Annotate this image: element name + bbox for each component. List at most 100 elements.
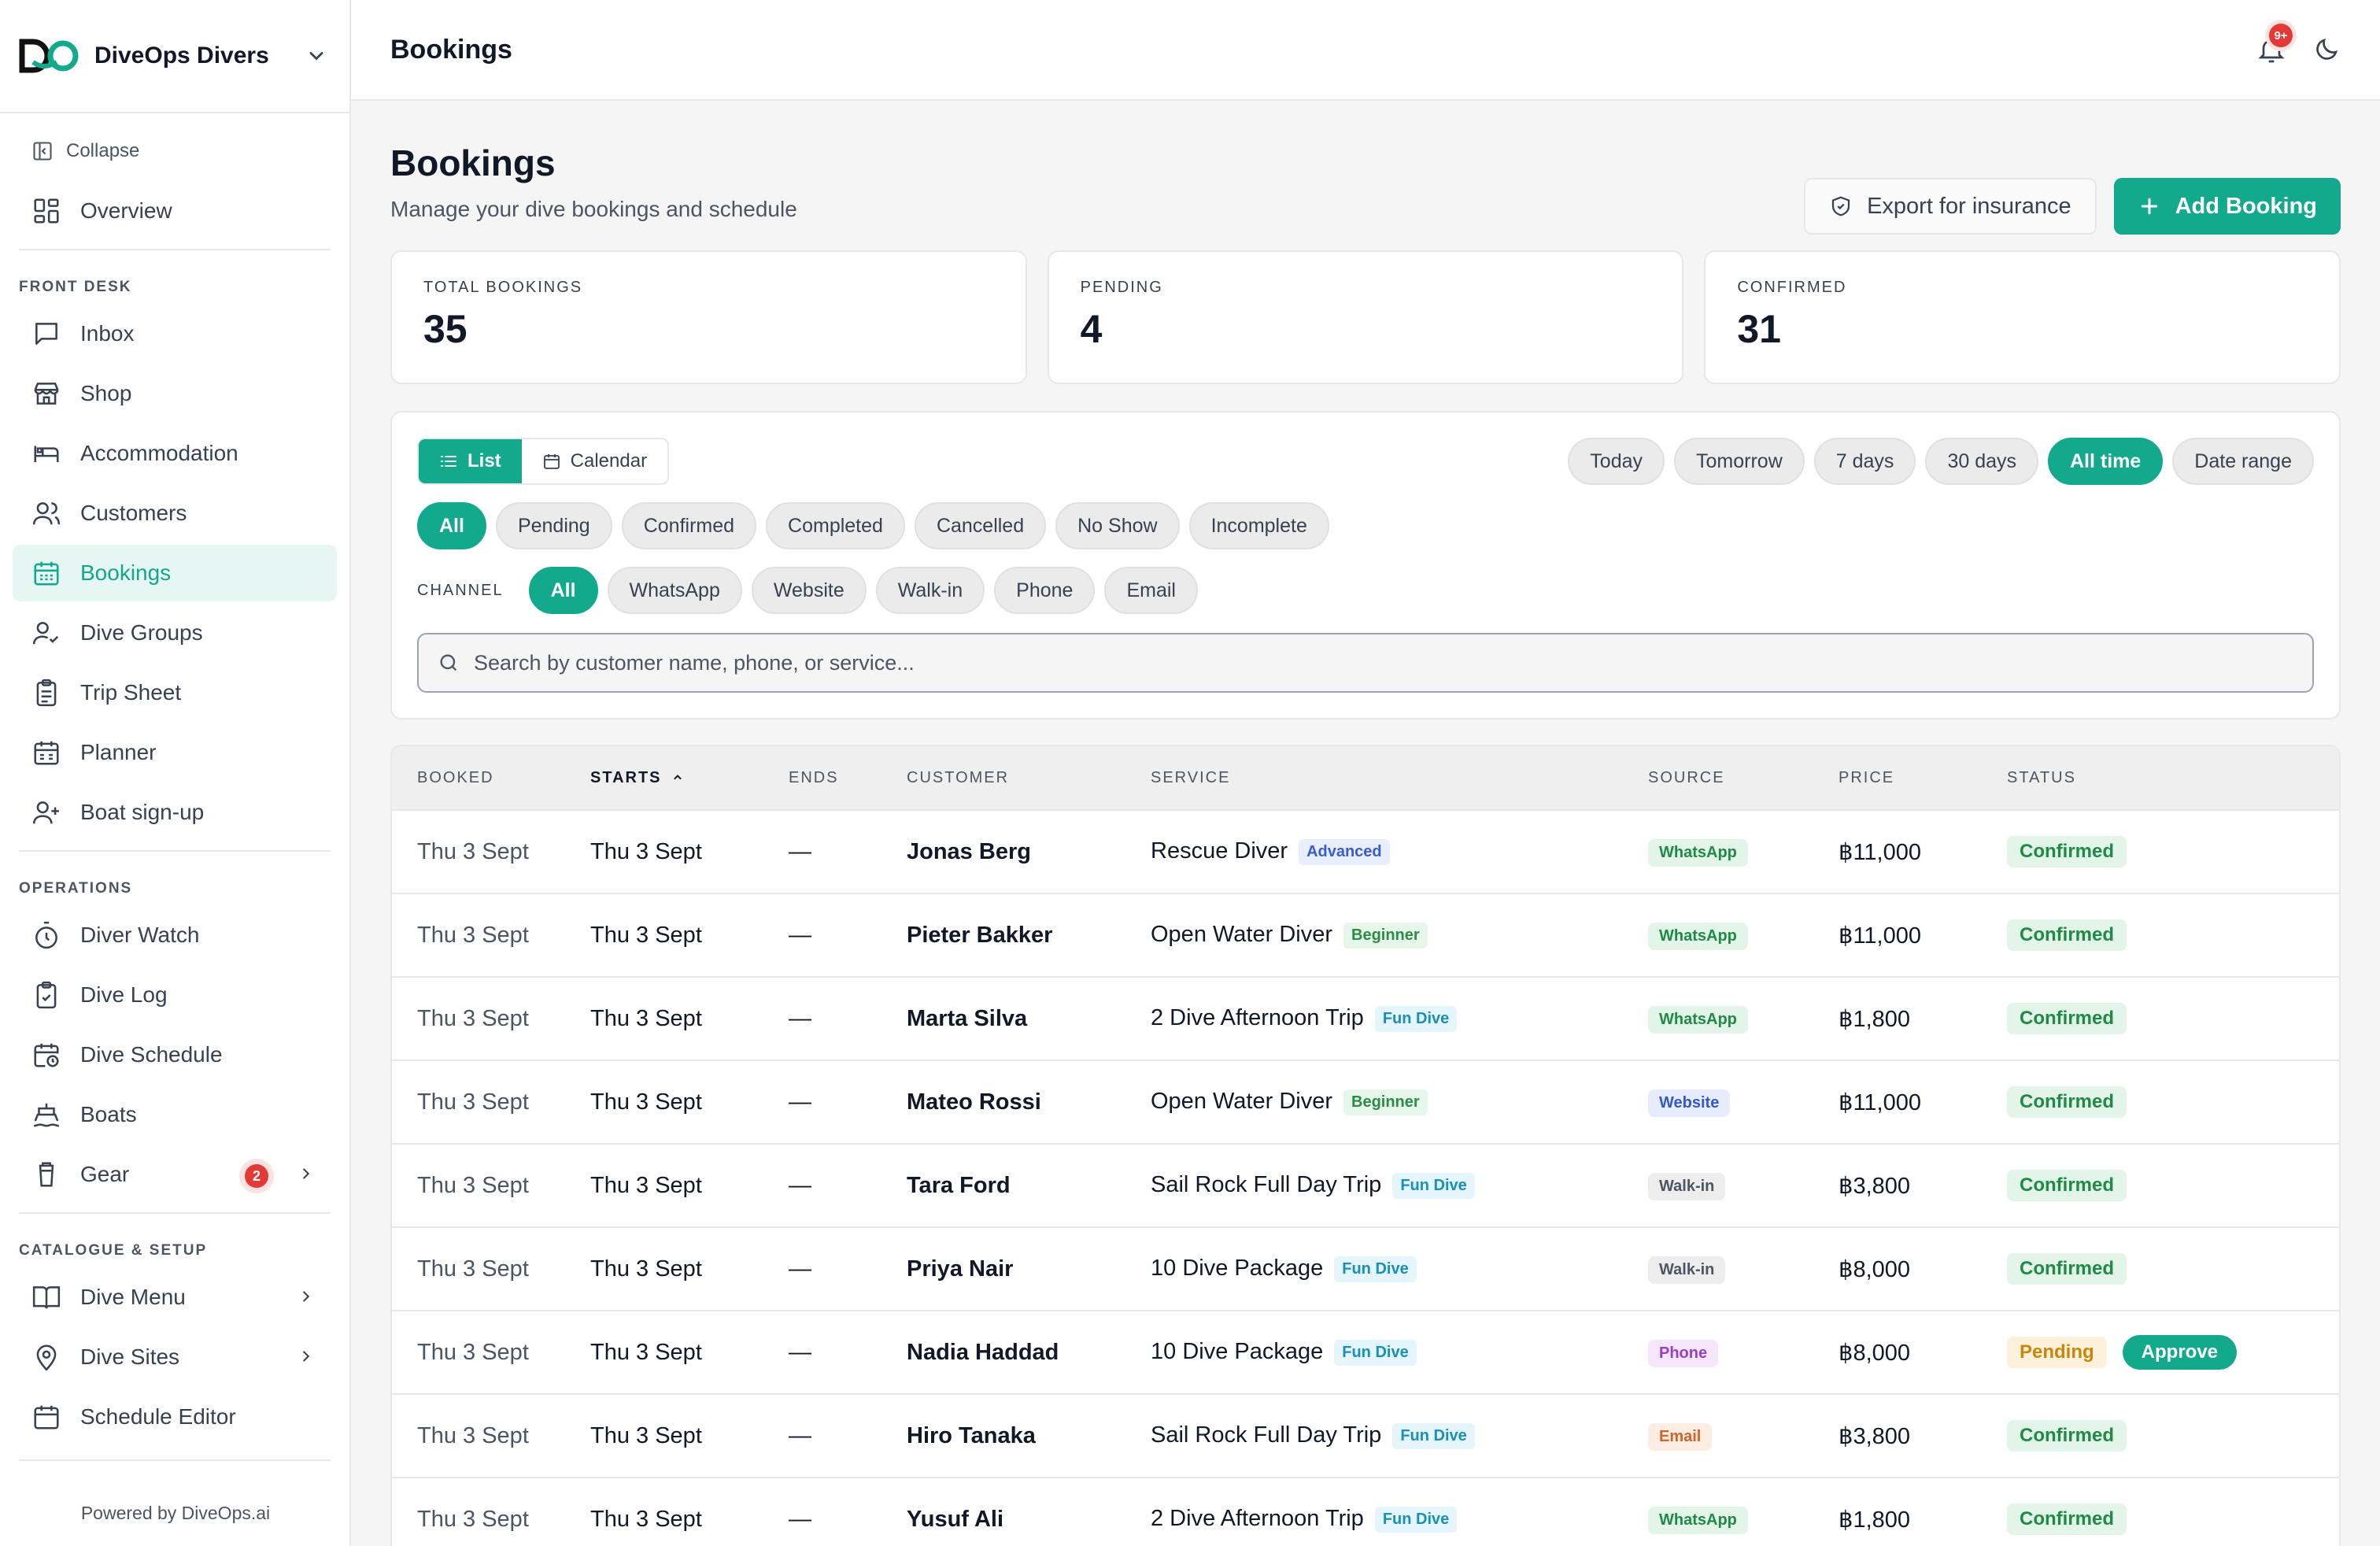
sidebar-item-label: Dive Sites (80, 1344, 180, 1369)
list-icon (441, 456, 456, 467)
status-all[interactable]: All (417, 502, 486, 549)
col-status[interactable]: STATUS (2007, 769, 2339, 787)
service-name: Open Water Diver (1151, 922, 1332, 948)
view-calendar-label: Calendar (570, 450, 648, 472)
cell-price: ฿8,000 (1839, 1340, 1911, 1366)
sidebar-item-accommodation[interactable]: Accommodation (13, 425, 337, 482)
range-30-days[interactable]: 30 days (1925, 438, 2038, 485)
cell-customer[interactable]: Yusuf Ali (907, 1507, 1151, 1533)
cell-customer[interactable]: Tara Ford (907, 1173, 1151, 1199)
status-no-show[interactable]: No Show (1055, 502, 1180, 549)
export-insurance-button[interactable]: Export for insurance (1804, 178, 2097, 235)
col-source[interactable]: SOURCE (1648, 769, 1839, 787)
channel-walk-in[interactable]: Walk-in (875, 567, 985, 614)
source-badge: Walk-in (1648, 1256, 1726, 1284)
cell-starts: Thu 3 Sept (590, 1422, 702, 1448)
col-price[interactable]: PRICE (1839, 769, 2007, 787)
date-range-pills: Today Tomorrow 7 days 30 days All time D… (1568, 438, 2314, 485)
chevron-right-icon (303, 1351, 310, 1362)
collapse-button[interactable]: Collapse (0, 120, 349, 183)
dark-mode-toggle-icon[interactable] (2312, 35, 2341, 64)
schedule-icon (34, 1043, 59, 1067)
status-pending[interactable]: Pending (495, 502, 612, 549)
sidebar-item-label: Inbox (80, 321, 135, 346)
sidebar-item-diver-watch[interactable]: Diver Watch (13, 907, 337, 963)
table-row[interactable]: Thu 3 Sept Thu 3 Sept — Mateo Rossi Open Wat… (392, 1061, 2339, 1145)
table-row[interactable]: Thu 3 Sept Thu 3 Sept — Priya Nair 10 Dive P… (392, 1228, 2339, 1311)
status-incomplete[interactable]: Incomplete (1188, 502, 1329, 549)
cell-status: Confirmed (2007, 836, 2339, 867)
sidebar-item-overview[interactable]: Overview (13, 183, 337, 239)
sidebar-item-customers[interactable]: Customers (13, 485, 337, 542)
table-row[interactable]: Thu 3 Sept Thu 3 Sept — Nadia Haddad 10 Dive… (392, 1311, 2339, 1395)
stat-value: 35 (423, 307, 468, 351)
sidebar-item-trip-sheet[interactable]: Trip Sheet (13, 664, 337, 721)
sidebar-item-dive-groups[interactable]: Dive Groups (13, 605, 337, 661)
cell-source: Email (1648, 1422, 1839, 1451)
cell-customer[interactable]: Priya Nair (907, 1256, 1151, 1282)
cell-customer[interactable]: Nadia Haddad (907, 1340, 1151, 1366)
search-input[interactable]: Search by customer name, phone, or servi… (417, 633, 2314, 693)
table-row[interactable]: Thu 3 Sept Thu 3 Sept — Marta Silva 2 Dive A… (392, 978, 2339, 1061)
service-tag: Beginner (1343, 1089, 1428, 1115)
table-header: BOOKED STARTS ENDS CUSTOMER SERVICE SOUR… (392, 746, 2339, 811)
sidebar-item-boat-sign-up[interactable]: Boat sign-up (13, 784, 337, 841)
channel-email[interactable]: Email (1104, 567, 1198, 614)
sidebar-item-dive-menu[interactable]: Dive Menu (13, 1269, 337, 1326)
range-all-time[interactable]: All time (2048, 438, 2164, 485)
service-tag: Fun Dive (1374, 1005, 1458, 1032)
table-row[interactable]: Thu 3 Sept Thu 3 Sept — Yusuf Ali 2 Dive Aft… (392, 1478, 2339, 1546)
range-today[interactable]: Today (1568, 438, 1665, 485)
channel-phone[interactable]: Phone (994, 567, 1096, 614)
status-confirmed[interactable]: Confirmed (621, 502, 757, 549)
sidebar-item-gear[interactable]: Gear 2 (13, 1146, 337, 1203)
view-list-button[interactable]: List (419, 439, 522, 483)
cell-source: Walk-in (1648, 1255, 1839, 1284)
cell-source: Website (1648, 1088, 1839, 1117)
add-booking-button[interactable]: Add Booking (2113, 178, 2341, 235)
sidebar-item-inbox[interactable]: Inbox (13, 305, 337, 362)
approve-button[interactable]: Approve (2122, 1335, 2238, 1370)
range-date-range[interactable]: Date range (2172, 438, 2314, 485)
sidebar-item-planner[interactable]: Planner (13, 724, 337, 781)
table-row[interactable]: Thu 3 Sept Thu 3 Sept — Jonas Berg Rescue Di… (392, 811, 2339, 894)
sidebar-item-boats[interactable]: Boats (13, 1086, 337, 1143)
col-service[interactable]: SERVICE (1151, 769, 1648, 787)
sidebar-item-dive-sites[interactable]: Dive Sites (13, 1329, 337, 1385)
sidebar-item-dive-schedule[interactable]: Dive Schedule (13, 1026, 337, 1083)
sidebar-item-shop[interactable]: Shop (13, 365, 337, 422)
cell-customer[interactable]: Pieter Bakker (907, 923, 1151, 949)
table-row[interactable]: Thu 3 Sept Thu 3 Sept — Pieter Bakker Open W… (392, 894, 2339, 978)
cell-customer[interactable]: Mateo Rossi (907, 1089, 1151, 1115)
service-tag: Fun Dive (1334, 1339, 1417, 1366)
status-cancelled[interactable]: Cancelled (914, 502, 1047, 549)
cell-customer[interactable]: Marta Silva (907, 1006, 1151, 1032)
service-tag: Fun Dive (1392, 1172, 1475, 1199)
status-completed[interactable]: Completed (766, 502, 905, 549)
table-row[interactable]: Thu 3 Sept Thu 3 Sept — Tara Ford Sail Rock … (392, 1145, 2339, 1228)
sidebar-item-bookings[interactable]: Bookings (13, 545, 337, 601)
sidebar-item-schedule-editor[interactable]: Schedule Editor (13, 1389, 337, 1445)
table-row[interactable]: Thu 3 Sept Thu 3 Sept — Hiro Tanaka Sail Roc… (392, 1395, 2339, 1478)
col-customer[interactable]: CUSTOMER (907, 769, 1151, 787)
sidebar-item-dive-log[interactable]: Dive Log (13, 967, 337, 1023)
view-calendar-button[interactable]: Calendar (522, 439, 667, 483)
source-badge: Walk-in (1648, 1172, 1726, 1200)
channel-website[interactable]: Website (751, 567, 867, 614)
col-booked[interactable]: BOOKED (392, 769, 590, 787)
channel-whatsapp[interactable]: WhatsApp (607, 567, 742, 614)
stat-value: 31 (1737, 307, 1781, 351)
range-tomorrow[interactable]: Tomorrow (1674, 438, 1805, 485)
col-starts[interactable]: STARTS (590, 769, 789, 787)
range-7-days[interactable]: 7 days (1813, 438, 1916, 485)
brand-switcher[interactable]: DiveOps Divers (0, 0, 349, 113)
col-ends[interactable]: ENDS (789, 769, 907, 787)
cell-booked: Thu 3 Sept (417, 1005, 529, 1031)
channel-all[interactable]: All (528, 567, 598, 614)
cell-customer[interactable]: Jonas Berg (907, 839, 1151, 865)
notifications-button[interactable]: 9+ (2256, 20, 2297, 68)
sidebar-item-label: Trip Sheet (80, 680, 182, 705)
section-label-catalogue: CATALOGUE & SETUP (19, 1242, 208, 1259)
powered-by[interactable]: Powered by DiveOps.ai (0, 1503, 351, 1524)
cell-customer[interactable]: Hiro Tanaka (907, 1423, 1151, 1449)
